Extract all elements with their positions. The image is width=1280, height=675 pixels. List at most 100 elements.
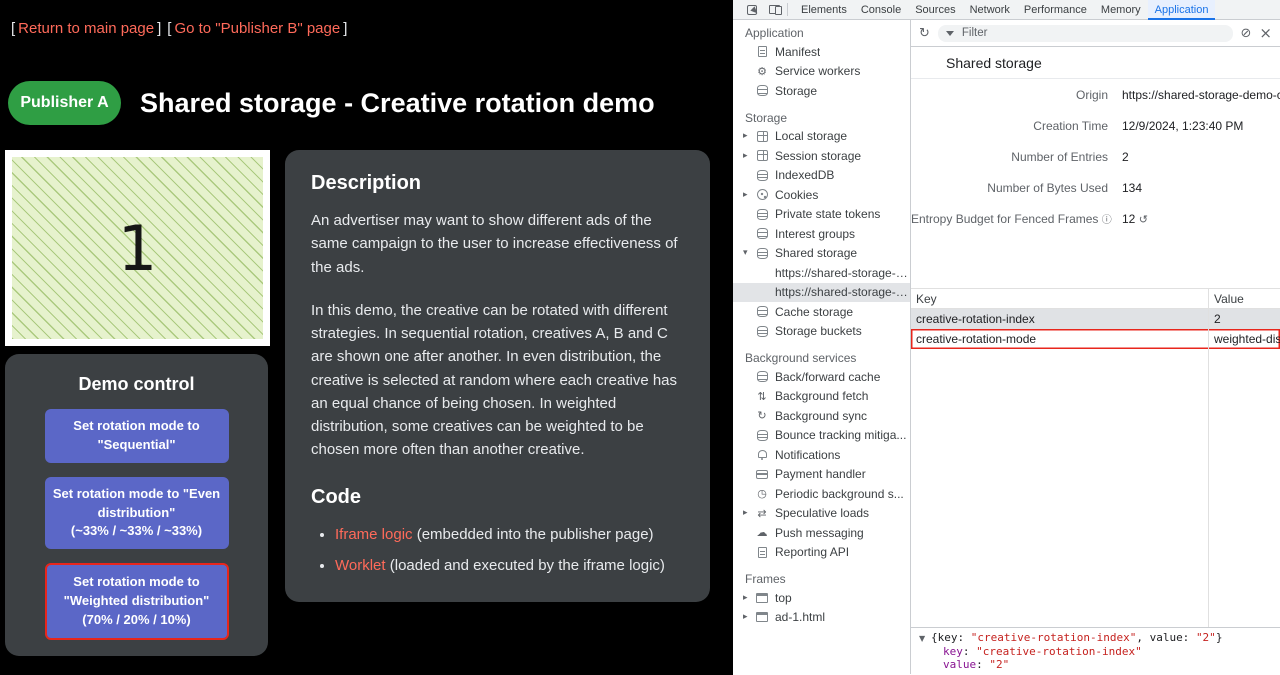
database-icon (757, 371, 768, 382)
worklet-link[interactable]: Worklet (335, 557, 386, 574)
chevron-collapsed-icon[interactable]: ▸ (743, 131, 755, 141)
pane-title: Shared storage (911, 47, 1280, 79)
sidebar-item-service-workers[interactable]: ⚙ Service workers (733, 62, 910, 82)
tab-performance[interactable]: Performance (1017, 0, 1094, 20)
database-icon (757, 306, 768, 317)
database-icon (757, 430, 768, 441)
devtools-window: Elements Console Sources Network Perform… (733, 0, 1280, 675)
sidebar-item-cookies[interactable]: ▸ Cookies (733, 185, 910, 205)
table-icon (757, 150, 768, 161)
sidebar-item-back-forward-cache[interactable]: Back/forward cache (733, 367, 910, 387)
entry-preview-pane: ▼{key: "creative-rotation-index", value:… (911, 627, 1280, 674)
sidebar-item-periodic-background-sync[interactable]: ◷ Periodic background s... (733, 484, 910, 504)
tab-elements[interactable]: Elements (794, 0, 854, 20)
sidebar-item-background-fetch[interactable]: ⇅ Background fetch (733, 387, 910, 407)
sidebar-item-shared-storage-origin-1[interactable]: https://shared-storage-d... (733, 263, 910, 283)
tab-network[interactable]: Network (963, 0, 1017, 20)
database-icon (757, 228, 768, 239)
sidebar-section-background-services: Background services Back/forward cache ⇅… (733, 349, 910, 562)
bracket: ] (343, 20, 347, 37)
sidebar-item-local-storage[interactable]: ▸ Local storage (733, 127, 910, 147)
return-main-link[interactable]: Return to main page (18, 20, 154, 37)
table-row-creative-rotation-index[interactable]: creative-rotation-index 2 (911, 309, 1280, 329)
cookie-icon (757, 189, 768, 200)
sidebar-item-session-storage[interactable]: ▸ Session storage (733, 146, 910, 166)
frame-icon (756, 593, 768, 603)
sidebar-item-frame-ad-1[interactable]: ▸ ad-1.html (733, 608, 910, 628)
document-icon (758, 46, 767, 57)
database-icon (757, 326, 768, 337)
sidebar-item-frame-top[interactable]: ▸ top (733, 588, 910, 608)
publisher-b-link[interactable]: Go to "Publisher B" page (174, 20, 340, 37)
creative-ad: 1 (12, 157, 263, 339)
refresh-icon[interactable]: ↻ (919, 26, 930, 41)
clear-icon[interactable]: ⊘ (1241, 26, 1252, 41)
cloud-icon: ☁ (757, 527, 768, 538)
rotation-weighted-button[interactable]: Set rotation mode to "Weighted distribut… (45, 563, 229, 640)
table-header-row: Key Value (911, 289, 1280, 309)
chevron-collapsed-icon[interactable]: ▸ (743, 190, 755, 200)
sidebar-section-application: Application Manifest ⚙ Service workers (733, 24, 910, 101)
table-row-creative-rotation-mode[interactable]: creative-rotation-mode weighted-distribu… (911, 329, 1280, 349)
clock-icon: ◷ (757, 488, 767, 499)
metadata-report: Origin https://shared-storage-demo-co Cr… (911, 79, 1280, 234)
close-icon[interactable]: × (1259, 24, 1272, 42)
sidebar-item-cache-storage[interactable]: Cache storage (733, 302, 910, 322)
tab-application[interactable]: Application (1148, 0, 1216, 20)
tab-console[interactable]: Console (854, 0, 908, 20)
triangle-down-icon[interactable]: ▼ (919, 632, 931, 646)
section-header: Storage (733, 109, 910, 127)
rotation-sequential-button[interactable]: Set rotation mode to "Sequential" (45, 409, 229, 463)
preview-entry-value: value: "2" (919, 658, 1272, 672)
metadata-row-entries: Number of Entries 2 (911, 141, 1280, 172)
payment-card-icon (756, 470, 768, 479)
description-paragraph-1: An advertiser may want to show different… (311, 209, 684, 279)
speculative-loads-icon: ⇄ (757, 508, 766, 519)
sidebar-item-storage-buckets[interactable]: Storage buckets (733, 322, 910, 342)
chevron-expanded-icon[interactable]: ▾ (743, 248, 755, 258)
chevron-collapsed-icon[interactable]: ▸ (743, 593, 755, 603)
description-panel: Description An advertiser may want to sh… (285, 150, 710, 602)
filter-box[interactable] (938, 25, 1233, 42)
filter-funnel-icon (946, 31, 954, 36)
device-toolbar-icon (769, 5, 780, 14)
shared-storage-pane: ↻ ⊘ × Shared storage Origin https://shar… (911, 20, 1280, 674)
device-toolbar-button[interactable] (763, 0, 785, 20)
bracket: ] (157, 20, 161, 37)
sidebar-item-bounce-tracking[interactable]: Bounce tracking mitiga... (733, 426, 910, 446)
section-header: Background services (733, 349, 910, 367)
chevron-collapsed-icon[interactable]: ▸ (743, 612, 755, 622)
bracket: [ (11, 20, 15, 37)
sidebar-item-indexeddb[interactable]: IndexedDB (733, 166, 910, 186)
chevron-collapsed-icon[interactable]: ▸ (743, 151, 755, 161)
inspect-element-button[interactable] (741, 0, 763, 20)
filter-input[interactable] (960, 26, 1225, 40)
button-label: Set rotation mode to "Even distribution" (51, 485, 223, 523)
tab-sources[interactable]: Sources (908, 0, 962, 20)
sidebar-item-speculative-loads[interactable]: ▸ ⇄ Speculative loads (733, 504, 910, 524)
table-icon (757, 131, 768, 142)
entries-table: Key Value creative-rotation-index 2 crea… (911, 288, 1280, 627)
sidebar-item-reporting-api[interactable]: Reporting API (733, 543, 910, 563)
sidebar-item-private-state-tokens[interactable]: Private state tokens (733, 205, 910, 225)
sidebar-item-shared-storage[interactable]: ▾ Shared storage (733, 244, 910, 264)
sidebar-item-manifest[interactable]: Manifest (733, 42, 910, 62)
sidebar-item-storage[interactable]: Storage (733, 81, 910, 101)
publisher-demo-page: [Return to main page][Go to "Publisher B… (0, 0, 733, 675)
chevron-collapsed-icon[interactable]: ▸ (743, 508, 755, 518)
sidebar-item-background-sync[interactable]: ↻ Background sync (733, 406, 910, 426)
tab-memory[interactable]: Memory (1094, 0, 1148, 20)
publisher-a-badge: Publisher A (8, 81, 121, 125)
sidebar-item-interest-groups[interactable]: Interest groups (733, 224, 910, 244)
button-label: Set rotation mode to "Sequential" (51, 417, 223, 455)
sidebar-item-notifications[interactable]: Notifications (733, 445, 910, 465)
sidebar-item-push-messaging[interactable]: ☁ Push messaging (733, 523, 910, 543)
rotation-even-button[interactable]: Set rotation mode to "Even distribution"… (45, 477, 229, 550)
sidebar-item-shared-storage-origin-2[interactable]: https://shared-storage-d... (733, 283, 910, 303)
iframe-logic-link[interactable]: Iframe logic (335, 526, 413, 543)
reset-budget-icon[interactable]: ↺ (1139, 213, 1148, 226)
button-sublabel: (70% / 20% / 10%) (53, 611, 221, 630)
info-icon[interactable]: ⓘ (1102, 215, 1112, 226)
sidebar-item-payment-handler[interactable]: Payment handler (733, 465, 910, 485)
column-divider (1208, 289, 1209, 627)
